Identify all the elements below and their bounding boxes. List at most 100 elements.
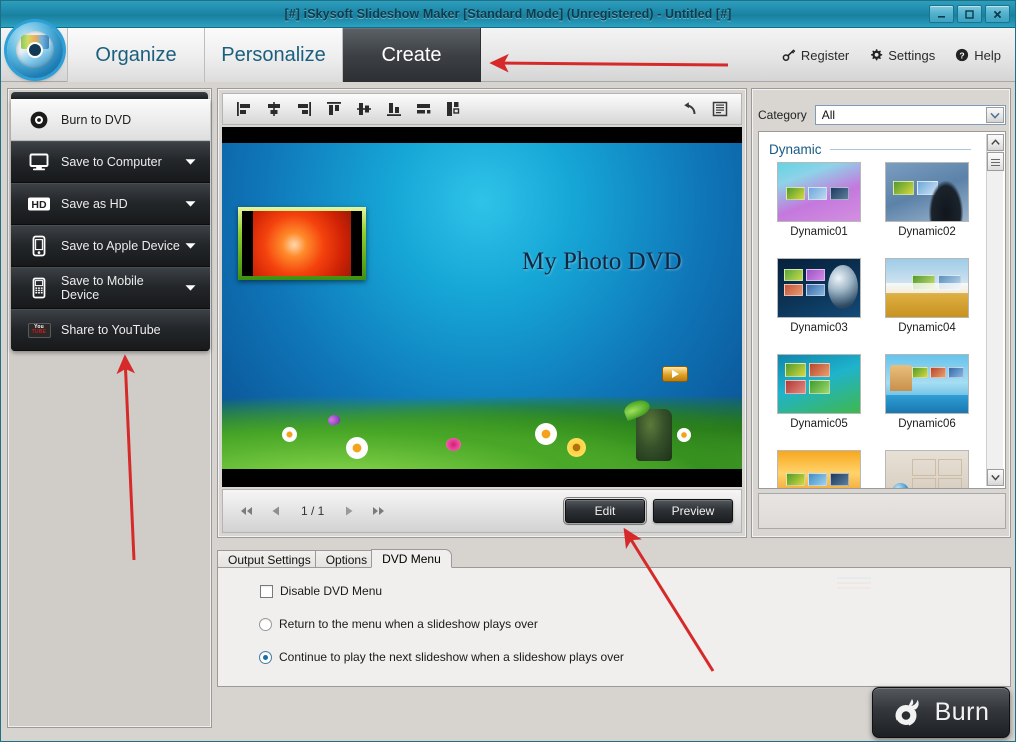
burn-button[interactable]: Burn: [872, 687, 1010, 738]
tab-personalize[interactable]: Personalize: [205, 28, 343, 82]
settings-tabstrip: Output Settings Options DVD Menu: [217, 549, 452, 568]
template-item[interactable]: Dynamic03: [765, 258, 873, 354]
continue-playing-row[interactable]: Continue to play the next slideshow when…: [259, 650, 624, 664]
sidebar-item-label: Save as HD: [61, 197, 128, 211]
sidebar-item-save-to-apple-device[interactable]: Save to Apple Device: [11, 225, 210, 267]
tab-organize[interactable]: Organize: [67, 28, 205, 82]
save-icon[interactable]: [705, 96, 735, 122]
settings-button[interactable]: Settings: [869, 48, 935, 63]
settings-label: Settings: [888, 47, 936, 63]
sidebar-item-save-to-mobile-device[interactable]: Save to Mobile Device: [11, 267, 210, 309]
preview-transport-bar: 1 / 1 Edit Preview: [222, 489, 742, 533]
sidebar-item-share-to-youtube[interactable]: You TUBE Share to YouTube: [11, 309, 210, 351]
align-left-icon[interactable]: [229, 96, 259, 122]
sidebar-item-save-to-computer[interactable]: Save to Computer: [11, 141, 210, 183]
template-item[interactable]: Dynamic08: [873, 450, 981, 488]
align-center-vertical-icon[interactable]: [349, 96, 379, 122]
phone-icon: [27, 234, 51, 258]
template-item[interactable]: Dynamic05: [765, 354, 873, 450]
minimize-button[interactable]: [929, 5, 954, 23]
svg-text:?: ?: [960, 50, 965, 60]
distribute-horizontal-icon[interactable]: [409, 96, 439, 122]
key-icon: [782, 48, 796, 62]
distribute-vertical-icon[interactable]: [439, 96, 469, 122]
menu-title-text[interactable]: My Photo DVD: [522, 248, 682, 276]
align-center-horizontal-icon[interactable]: [259, 96, 289, 122]
return-to-menu-label: Return to the menu when a slideshow play…: [279, 617, 538, 631]
template-name: Dynamic03: [790, 322, 848, 334]
chevron-down-icon[interactable]: [185, 242, 196, 250]
youtube-icon: You TUBE: [27, 318, 51, 342]
template-browser-panel: Category All Dynamic Dynamic01 Dynamic02…: [751, 88, 1011, 538]
slideshow-thumbnail[interactable]: [238, 207, 366, 280]
scrollbar-thumb[interactable]: [987, 152, 1004, 171]
play-button-decoration[interactable]: [662, 366, 688, 382]
align-bottom-icon[interactable]: [379, 96, 409, 122]
close-button[interactable]: [985, 5, 1010, 23]
main-navigation-bar: Organize Personalize Create Register Set…: [1, 22, 1015, 82]
menu-background-image: My Photo DVD: [222, 143, 742, 469]
output-target-sidebar: Burn to DVD Save to Computer HD Save as …: [7, 88, 212, 728]
chevron-down-icon[interactable]: [185, 284, 196, 292]
category-select[interactable]: All: [814, 105, 1006, 125]
template-item[interactable]: Dynamic02: [873, 162, 981, 258]
template-item[interactable]: Dynamic06: [873, 354, 981, 450]
sidebar-item-burn-to-dvd[interactable]: Burn to DVD: [11, 99, 210, 141]
tab-output-settings[interactable]: Output Settings: [217, 550, 322, 568]
template-grid: Dynamic01 Dynamic02 Dynamic03 Dynamic04 …: [765, 162, 981, 488]
disable-dvd-menu-checkbox[interactable]: [260, 584, 273, 598]
divider: [829, 148, 971, 150]
register-label: Register: [800, 47, 850, 63]
undo-icon[interactable]: [675, 96, 705, 122]
sidebar-item-save-as-hd[interactable]: HD Save as HD: [11, 183, 210, 225]
scroll-down-button[interactable]: [987, 469, 1004, 486]
nav-actions: Register Settings ? Help: [782, 28, 1001, 82]
help-button[interactable]: ? Help: [955, 48, 1001, 63]
tab-options-label: Options: [325, 552, 368, 567]
align-top-icon[interactable]: [319, 96, 349, 122]
maximize-button[interactable]: [957, 5, 982, 23]
workflow-tabs: Organize Personalize Create: [67, 28, 481, 82]
tab-options[interactable]: Options: [314, 550, 379, 568]
chevron-down-icon[interactable]: [185, 200, 196, 208]
dvd-menu-preview-stage[interactable]: My Photo DVD: [222, 127, 742, 487]
tab-output-settings-label: Output Settings: [228, 552, 311, 567]
preview-button[interactable]: Preview: [653, 499, 733, 523]
first-page-button[interactable]: [231, 497, 261, 525]
chevron-down-icon[interactable]: [185, 158, 196, 166]
flower-decoration: [677, 428, 691, 442]
tab-dvd-menu-label: DVD Menu: [382, 551, 441, 566]
tab-organize-label: Organize: [95, 43, 177, 66]
template-item[interactable]: Dynamic04: [873, 258, 981, 354]
template-item[interactable]: Dynamic07: [765, 450, 873, 488]
tab-dvd-menu[interactable]: DVD Menu: [371, 549, 452, 568]
align-right-icon[interactable]: [289, 96, 319, 122]
template-name: Dynamic05: [790, 418, 848, 430]
window-title: [#] iSkysoft Slideshow Maker [Standard M…: [284, 7, 732, 21]
burn-button-label: Burn: [934, 698, 990, 726]
register-button[interactable]: Register: [782, 48, 849, 63]
previous-page-button[interactable]: [261, 497, 291, 525]
scrollbar-track[interactable]: [987, 172, 1003, 468]
alignment-toolbar: [222, 93, 742, 125]
last-page-button[interactable]: [364, 497, 394, 525]
return-to-menu-row[interactable]: Return to the menu when a slideshow play…: [259, 617, 538, 631]
chevron-down-icon[interactable]: [986, 107, 1004, 123]
sidebar-item-label: Save to Apple Device: [61, 239, 180, 253]
continue-playing-radio[interactable]: [259, 650, 272, 664]
return-to-menu-radio[interactable]: [259, 617, 272, 631]
edit-button[interactable]: Edit: [563, 497, 647, 525]
flaming-disc-icon: [893, 698, 927, 728]
disable-dvd-menu-row[interactable]: Disable DVD Menu: [260, 584, 382, 598]
svg-text:HD: HD: [31, 199, 47, 211]
window-controls: [929, 5, 1010, 23]
flower-decoration: [282, 427, 297, 442]
scroll-up-button[interactable]: [987, 134, 1004, 151]
tab-create[interactable]: Create: [343, 28, 481, 82]
sidebar-item-label: Save to Computer: [61, 155, 162, 169]
next-page-button[interactable]: [334, 497, 364, 525]
template-scrollbar[interactable]: [986, 134, 1004, 486]
template-item[interactable]: Dynamic01: [765, 162, 873, 258]
menu-editor-panel: My Photo DVD 1 / 1 Edit Preview: [217, 88, 747, 538]
edit-button-label: Edit: [594, 504, 616, 518]
